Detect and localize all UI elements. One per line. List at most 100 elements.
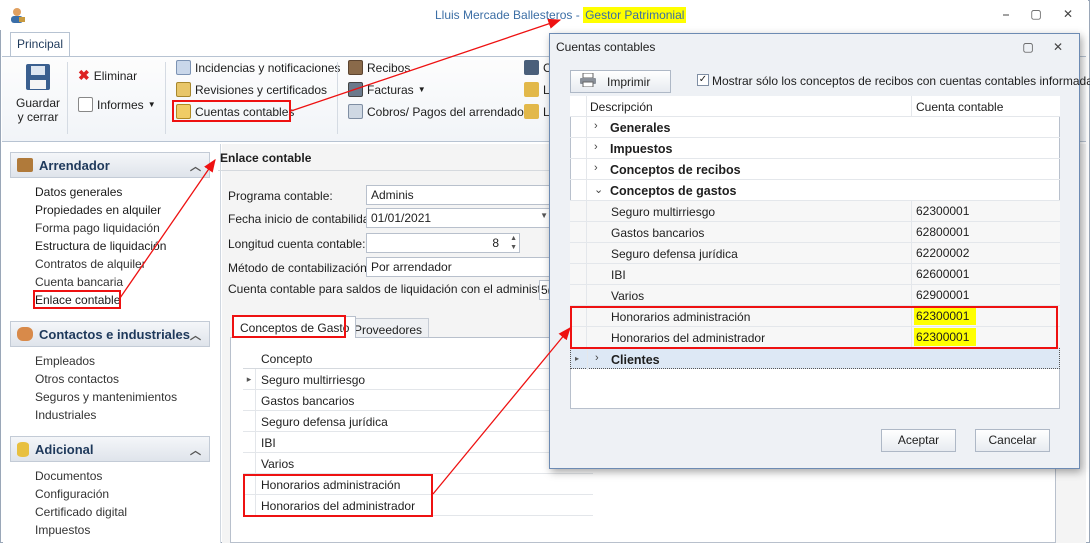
row-indicator [243, 390, 256, 411]
item-account[interactable]: 62300001 [914, 202, 971, 220]
ribbon-tab-principal[interactable]: Principal [10, 32, 70, 57]
chevron-right-icon[interactable]: › [594, 162, 598, 174]
chevron-up-icon: ︿ [190, 445, 201, 457]
nav-item-otros-contactos[interactable]: Otros contactos [35, 372, 119, 386]
nav-item-certificado[interactable]: Certificado digital [35, 505, 127, 519]
nav-section-adicional[interactable]: Adicional ︿ [10, 436, 210, 462]
row-pointer-icon: ▸ [575, 354, 580, 363]
column-divider [911, 96, 912, 117]
nav-section-arrendador[interactable]: Arrendador ︿ [10, 152, 210, 178]
column-divider [911, 243, 912, 264]
nav-item-empleados[interactable]: Empleados [35, 354, 95, 368]
chevron-down-icon[interactable]: ⌄ [594, 183, 603, 196]
window-title: Lluis Mercade Ballesteros - Gestor Patri… [435, 7, 687, 23]
ribbon-item-cut-1[interactable]: C [524, 60, 552, 75]
cancel-button[interactable]: Cancelar [975, 429, 1050, 452]
title-user: Lluis Mercade Ballesteros - [435, 8, 584, 22]
tree-group-impuestos[interactable]: › Impuestos [570, 138, 1060, 159]
receipts-icon [348, 60, 363, 75]
tree-group-clientes[interactable]: ▸ › Clientes [570, 348, 1060, 370]
item-name: Seguro defensa jurídica [611, 247, 738, 261]
field-label-metodo: Método de contabilización: [228, 261, 371, 275]
dialog-close-button[interactable]: ✕ [1048, 38, 1068, 56]
landlord-icon [17, 158, 33, 172]
tree-item[interactable]: Seguro multirriesgo 62300001 [570, 201, 1060, 222]
spin-arrows-icon[interactable]: ▲ ▼ [510, 234, 517, 252]
receipts-button[interactable]: Recibos [348, 60, 410, 75]
nav-item-forma-pago[interactable]: Forma pago liquidación [35, 221, 160, 235]
grid-cell: Seguro defensa jurídica [261, 415, 388, 429]
tree-item[interactable]: Gastos bancarios 62800001 [570, 222, 1060, 243]
longitud-stepper[interactable]: 8 ▲ ▼ [366, 233, 520, 253]
programa-input[interactable]: Adminis [366, 185, 552, 205]
save-close-button[interactable]: Guardar y cerrar [16, 96, 60, 124]
table-row[interactable]: Gastos bancarios [243, 390, 593, 411]
table-row[interactable]: Varios [243, 453, 593, 474]
nav-item-impuestos[interactable]: Impuestos [35, 523, 90, 537]
chevron-right-icon[interactable]: › [594, 141, 598, 153]
payments-button[interactable]: Cobros/ Pagos del arrendador [348, 104, 528, 119]
table-row[interactable]: Seguro defensa jurídica [243, 411, 593, 432]
filter-checkbox[interactable]: ✓ [697, 74, 709, 86]
chevron-right-icon[interactable]: › [595, 352, 599, 364]
nav-item-cuenta-bancaria[interactable]: Cuenta bancaria [35, 275, 123, 289]
nav-section-contactos[interactable]: Contactos e industriales ︿ [10, 321, 210, 347]
payments-icon [348, 104, 363, 119]
tree-item[interactable]: IBI 62600001 [570, 264, 1060, 285]
app-user-icon [8, 6, 26, 24]
metodo-select[interactable]: Por arrendador [366, 257, 552, 277]
row-indicator [570, 222, 587, 243]
reports-button[interactable]: Informes ▼ [78, 97, 156, 112]
row-indicator [570, 96, 587, 117]
annotation-box-honorarios [243, 474, 433, 517]
revisions-button[interactable]: Revisiones y certificados [176, 82, 327, 97]
nav-item-propiedades[interactable]: Propiedades en alquiler [35, 203, 161, 217]
cut-icon-2 [524, 82, 539, 97]
fecha-input[interactable]: 01/01/2021 ▼ [366, 208, 552, 228]
dialog-restore-button[interactable]: ▢ [1018, 38, 1038, 56]
nav-item-documentos[interactable]: Documentos [35, 469, 102, 483]
item-account[interactable]: 62800001 [914, 223, 971, 241]
row-pointer-icon: ▸ [243, 369, 256, 390]
nav-item-datos-generales[interactable]: Datos generales [35, 185, 122, 199]
tree-group-recibos[interactable]: › Conceptos de recibos [570, 159, 1060, 180]
tree-item[interactable]: Varios 62900001 [570, 285, 1060, 306]
tree-item[interactable]: Seguro defensa jurídica 62200002 [570, 243, 1060, 264]
close-button[interactable]: ✕ [1058, 5, 1078, 23]
item-account[interactable]: 62600001 [914, 265, 971, 283]
restore-button[interactable]: ▢ [1026, 5, 1046, 23]
invoices-button[interactable]: Facturas ▼ [348, 82, 426, 97]
chevron-right-icon[interactable]: › [594, 120, 598, 132]
row-indicator [570, 264, 587, 285]
item-account[interactable]: 62200002 [914, 244, 971, 262]
chevron-down-icon[interactable]: ▼ [540, 211, 548, 220]
nav-item-industriales[interactable]: Industriales [35, 408, 96, 422]
field-label-programa: Programa contable: [228, 189, 333, 203]
nav-item-contratos[interactable]: Contratos de alquiler [35, 257, 146, 271]
incidents-label: Incidencias y notificaciones [195, 60, 341, 75]
nav-item-seguros[interactable]: Seguros y mantenimientos [35, 390, 177, 404]
delete-label: Eliminar [93, 68, 138, 83]
divider [218, 170, 558, 171]
table-row[interactable]: ▸ Seguro multirriesgo [243, 369, 593, 390]
invoices-label: Facturas [367, 82, 414, 97]
minimize-button[interactable]: ⎯ [996, 5, 1016, 23]
reports-icon [78, 97, 93, 112]
accept-button[interactable]: Aceptar [881, 429, 956, 452]
ribbon-separator [165, 62, 166, 134]
invoices-icon [348, 82, 363, 97]
cut-icon-3 [524, 104, 539, 119]
nav-section-title: Arrendador [39, 157, 110, 173]
printer-icon [579, 72, 597, 90]
incidents-button[interactable]: Incidencias y notificaciones [176, 60, 340, 75]
print-button[interactable]: Imprimir [570, 70, 671, 93]
tree-group-gastos[interactable]: ⌄ Conceptos de gastos [570, 180, 1060, 201]
nav-item-configuracion[interactable]: Configuración [35, 487, 109, 501]
table-row[interactable]: IBI [243, 432, 593, 453]
item-account[interactable]: 62900001 [914, 286, 971, 304]
tree-group-generales[interactable]: › Generales [570, 117, 1060, 138]
nav-item-estructura[interactable]: Estructura de liquidación [35, 239, 166, 253]
save-label-1: Guardar [16, 96, 61, 110]
col-header-descripcion: Descripción [590, 100, 653, 114]
delete-button[interactable]: ✖ Eliminar [78, 67, 137, 84]
